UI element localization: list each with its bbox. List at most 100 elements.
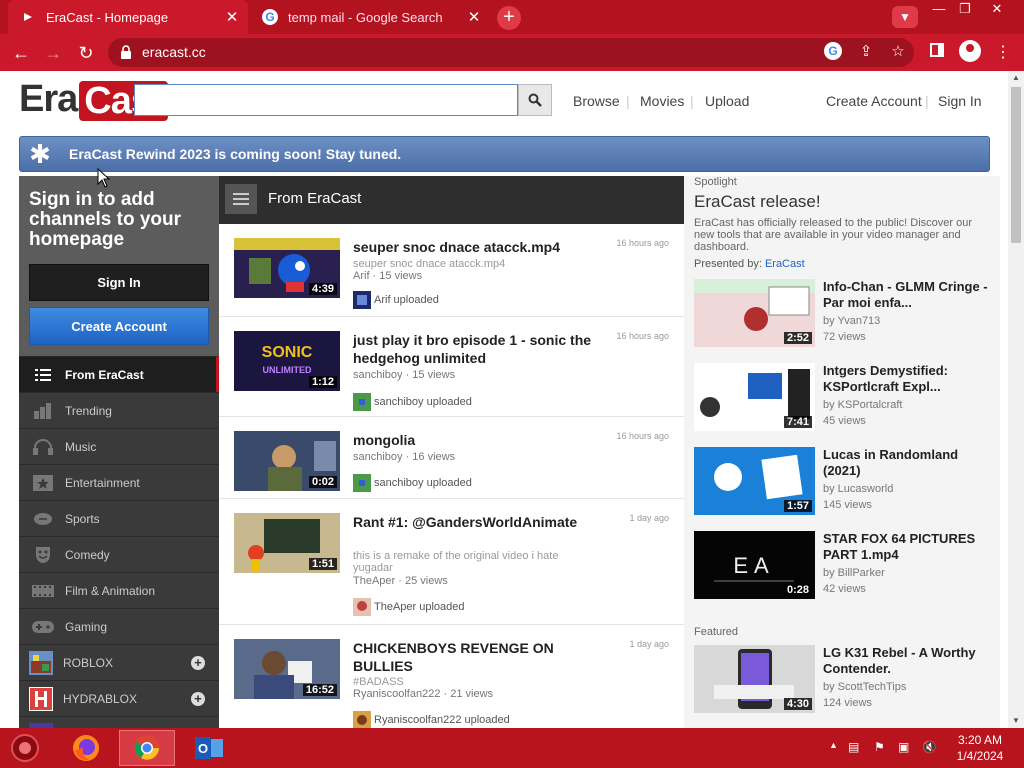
spotlight-video[interactable]: 7:41 Intgers Demystified: KSPortlcraft E…	[694, 363, 994, 433]
sidebar-item-sports[interactable]: Sports	[19, 500, 219, 536]
uploader-line[interactable]: sanchiboy uploaded	[353, 474, 472, 492]
add-channel-plus-icon[interactable]: +	[191, 692, 205, 706]
uploader-line[interactable]: TheAper uploaded	[353, 598, 465, 616]
forward-arrow-icon[interactable]: →	[40, 40, 66, 66]
eracast-favicon-icon	[20, 9, 36, 25]
video-thumbnail[interactable]: SONIC UNLIMITED 1:12	[234, 331, 340, 391]
sidebar-item-roblox[interactable]: ROBLOX +	[19, 644, 219, 680]
network-icon[interactable]: ▣	[898, 740, 909, 754]
video-title[interactable]: Lucas in Randomland (2021)	[823, 447, 993, 479]
taskbar-firefox[interactable]	[58, 730, 114, 766]
taskbar-clock[interactable]: 3:20 AM 1/4/2024	[950, 732, 1010, 764]
flag-icon[interactable]: ⚑	[874, 740, 885, 754]
show-hidden-icons[interactable]: ▲	[829, 740, 838, 750]
video-thumbnail[interactable]: 1:57	[694, 447, 815, 515]
sidebar-item-entertainment[interactable]: Entertainment	[19, 464, 219, 500]
scroll-up-arrow-icon[interactable]: ▲	[1008, 71, 1024, 85]
back-arrow-icon[interactable]: ←	[8, 40, 34, 66]
google-lens-icon[interactable]: G	[824, 42, 844, 62]
nav-browse[interactable]: Browse	[573, 93, 620, 109]
video-title[interactable]: Intgers Demystified: KSPortlcraft Expl..…	[823, 363, 993, 395]
add-channel-plus-icon[interactable]: +	[191, 656, 205, 670]
tab-close-icon[interactable]: ✕	[464, 8, 484, 26]
sidebar-item-from-eracast[interactable]: From EraCast	[19, 356, 219, 392]
video-title[interactable]: STAR FOX 64 PICTURES PART 1.mp4	[823, 531, 993, 563]
presented-by-link[interactable]: EraCast	[765, 258, 805, 270]
video-author[interactable]: by Yvan713	[823, 315, 880, 327]
volume-muted-icon[interactable]: 🔇	[922, 740, 937, 754]
sidebar-item-partial[interactable]	[19, 716, 219, 728]
address-bar[interactable]: eracast.cc G ⇪ ☆	[108, 38, 914, 67]
video-title[interactable]: LG K31 Rebel - A Worthy Contender.	[823, 645, 993, 677]
sign-in-link[interactable]: Sign In	[938, 93, 982, 109]
sidebar-create-account-button[interactable]: Create Account	[29, 307, 209, 345]
side-panel-icon[interactable]	[924, 40, 950, 66]
scroll-down-arrow-icon[interactable]: ▼	[1008, 714, 1024, 728]
feed-menu-icon[interactable]	[225, 184, 257, 214]
tab-search-chevron-icon[interactable]: ▼	[892, 6, 918, 28]
video-thumbnail[interactable]: 1:51	[234, 513, 340, 573]
taskbar-chrome[interactable]	[119, 730, 175, 766]
page-scrollbar[interactable]: ▲ ▼	[1008, 71, 1024, 728]
tab-eracast[interactable]: EraCast - Homepage ✕	[8, 0, 248, 34]
video-time: 1 day ago	[629, 513, 669, 523]
spotlight-video[interactable]: 1:57 Lucas in Randomland (2021) by Lucas…	[694, 447, 994, 517]
action-center-icon[interactable]: ▤	[848, 740, 859, 754]
featured-video[interactable]: 4:30 LG K31 Rebel - A Worthy Contender. …	[694, 645, 994, 715]
search-button[interactable]	[518, 84, 552, 116]
spotlight-video[interactable]: EA 0:28 STAR FOX 64 PICTURES PART 1.mp4 …	[694, 531, 994, 601]
sidebar-item-hydrablox[interactable]: HYDRABLOX +	[19, 680, 219, 716]
browser-menu-icon[interactable]: ⋮	[990, 40, 1016, 66]
video-thumbnail[interactable]: 16:52	[234, 639, 340, 699]
sidebar-item-music[interactable]: Music	[19, 428, 219, 464]
profile-avatar-icon[interactable]	[959, 40, 981, 62]
video-feed: 4:39 seuper snoc dnace atacck.mp4 seuper…	[219, 224, 684, 728]
search-input[interactable]	[134, 84, 518, 116]
tab-close-icon[interactable]: ✕	[222, 8, 242, 26]
uploader-line[interactable]: Ryaniscoolfan222 uploaded	[353, 711, 510, 728]
share-icon[interactable]: ⇪	[856, 42, 876, 62]
video-thumbnail[interactable]: 4:30	[694, 645, 815, 713]
reload-icon[interactable]: ↻	[73, 40, 99, 66]
spotlight-video[interactable]: 2:52 Info-Chan - GLMM Cringe - Par moi e…	[694, 279, 994, 349]
sidebar-item-comedy[interactable]: Comedy	[19, 536, 219, 572]
scrollbar-thumb[interactable]	[1011, 87, 1021, 243]
video-author[interactable]: by ScottTechTips	[823, 681, 906, 693]
left-sidebar: Sign in to add channels to your homepage…	[19, 176, 219, 728]
video-time: 16 hours ago	[616, 331, 669, 341]
create-account-link[interactable]: Create Account	[826, 93, 922, 109]
video-title[interactable]: Rant #1: @GandersWorldAnimate	[353, 513, 603, 531]
start-button[interactable]	[0, 730, 50, 766]
video-thumbnail[interactable]: 2:52	[694, 279, 815, 347]
video-duration: 0:28	[783, 584, 812, 596]
sidebar-item-film-animation[interactable]: Film & Animation	[19, 572, 219, 608]
sidebar-item-trending[interactable]: Trending	[19, 392, 219, 428]
video-title[interactable]: seuper snoc dnace atacck.mp4	[353, 238, 603, 256]
video-author[interactable]: by BillParker	[823, 567, 885, 579]
restore-button[interactable]: ❐	[950, 0, 980, 18]
nav-upload[interactable]: Upload	[705, 93, 749, 109]
video-thumbnail[interactable]: EA 0:28	[694, 531, 815, 599]
sidebar-item-gaming[interactable]: Gaming	[19, 608, 219, 644]
uploader-line[interactable]: Arif uploaded	[353, 291, 439, 309]
video-thumbnail[interactable]: 0:02	[234, 431, 340, 491]
new-tab-button[interactable]: +	[497, 6, 521, 30]
video-title[interactable]: mongolia	[353, 431, 603, 449]
tab-google-search[interactable]: G temp mail - Google Search ✕	[250, 0, 490, 34]
bookmark-star-icon[interactable]: ☆	[888, 42, 908, 62]
feed-item: 1:51 Rant #1: @GandersWorldAnimate this …	[219, 499, 684, 625]
video-title[interactable]: CHICKENBOYS REVENGE ON BULLIES	[353, 639, 603, 675]
video-author[interactable]: by KSPortalcraft	[823, 399, 902, 411]
nav-movies[interactable]: Movies	[640, 93, 684, 109]
uploader-line[interactable]: sanchiboy uploaded	[353, 393, 472, 411]
taskbar-outlook[interactable]: O	[181, 730, 237, 766]
video-thumbnail[interactable]: 4:39	[234, 238, 340, 298]
video-thumbnail[interactable]: 7:41	[694, 363, 815, 431]
video-title[interactable]: just play it bro episode 1 - sonic the h…	[353, 331, 603, 367]
video-author[interactable]: by Lucasworld	[823, 483, 893, 495]
spotlight-title[interactable]: EraCast release!	[694, 192, 821, 212]
svg-text:O: O	[198, 741, 208, 756]
close-window-button[interactable]: ✕	[982, 0, 1012, 18]
video-title[interactable]: Info-Chan - GLMM Cringe - Par moi enfa..…	[823, 279, 993, 311]
sidebar-sign-in-button[interactable]: Sign In	[29, 264, 209, 301]
